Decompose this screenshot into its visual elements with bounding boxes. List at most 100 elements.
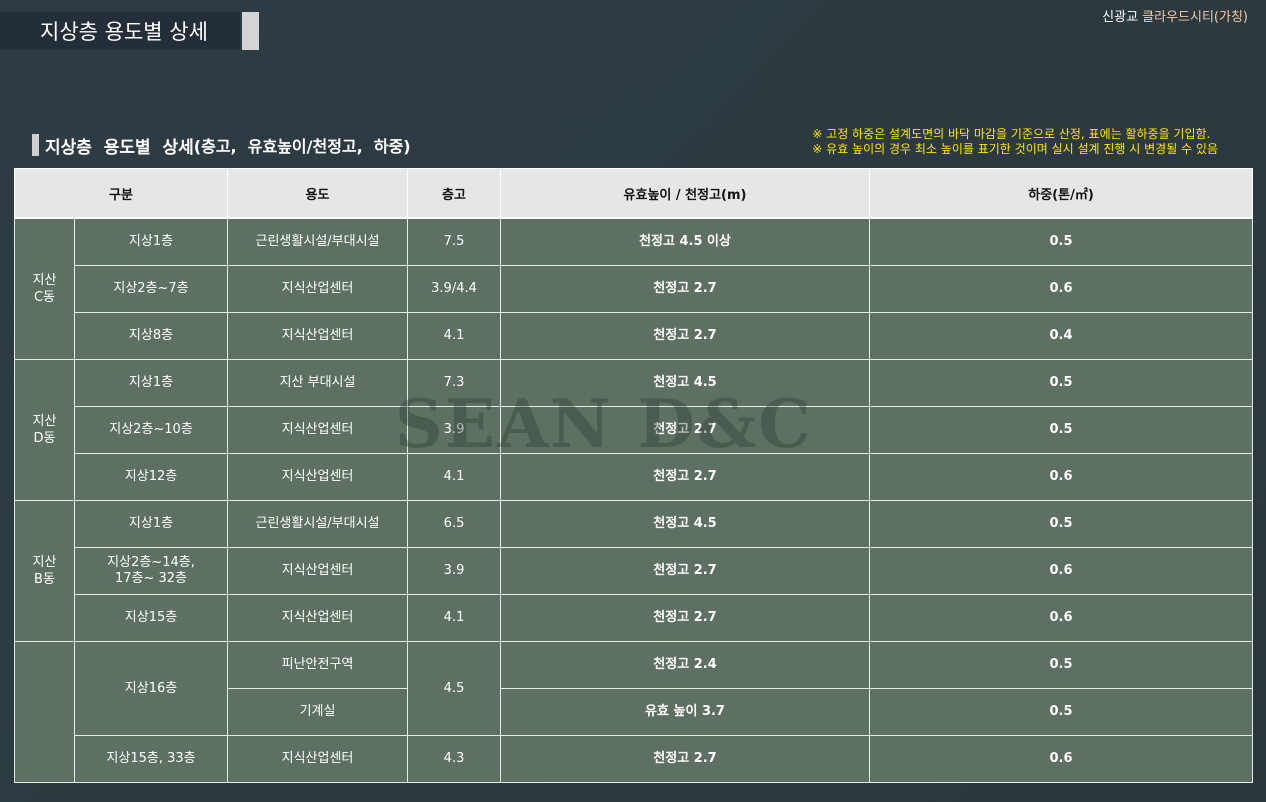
load-cell: 0.6 bbox=[869, 735, 1254, 783]
height-cell: 4.3 bbox=[407, 735, 502, 783]
ceiling-cell: 천정고 4.5 bbox=[500, 359, 871, 407]
use-cell: 근린생활시설/부대시설 bbox=[227, 500, 409, 548]
group-label: D동 bbox=[33, 431, 56, 446]
group-label: 지산 bbox=[32, 273, 57, 288]
header-category: 구분 bbox=[13, 168, 229, 219]
floor-line: 17층~ 32층 bbox=[114, 571, 188, 586]
section-title-text: 지상층 용도별 상세 bbox=[45, 137, 194, 158]
height-cell: 4.1 bbox=[407, 594, 502, 642]
floor-cell: 지상8층 bbox=[73, 312, 229, 360]
group-d: 지산 D동 bbox=[14, 359, 75, 501]
section-marker bbox=[32, 134, 39, 156]
notes: ※ 고정 하중은 설계도면의 바닥 마감을 기준으로 산정, 표에는 활하중을 … bbox=[812, 127, 1218, 157]
ceiling-cell: 유효 높이 3.7 bbox=[500, 688, 871, 736]
load-cell: 0.5 bbox=[869, 688, 1254, 736]
use-cell: 지식산업센터 bbox=[227, 312, 409, 360]
ceiling-cell: 천정고 2.4 bbox=[500, 641, 871, 689]
height-cell: 3.9 bbox=[407, 547, 502, 595]
height-cell: 3.9/4.4 bbox=[407, 265, 502, 313]
table-row: 지상2층~10층 지식산업센터 3.9 천정고 2.7 0.5 bbox=[15, 406, 1254, 454]
header-ceiling: 유효높이 / 천정고(m) bbox=[500, 168, 871, 219]
table-header-row: 구분 용도 층고 유효높이 / 천정고(m) 하중(톤/㎡) bbox=[13, 168, 1254, 219]
title-accent-bar bbox=[242, 12, 259, 50]
note-1: ※ 고정 하중은 설계도면의 바닥 마감을 기준으로 산정, 표에는 활하중을 … bbox=[812, 127, 1211, 141]
floor-cell: 지상2층~7층 bbox=[73, 265, 229, 313]
floor-cell: 지상12층 bbox=[73, 453, 229, 501]
load-cell: 0.6 bbox=[869, 594, 1254, 642]
group-label: 지산 bbox=[32, 414, 57, 429]
ceiling-cell: 천정고 4.5 이상 bbox=[500, 217, 871, 266]
load-cell: 0.5 bbox=[869, 500, 1254, 548]
brand-name: 클라우드시티(가칭) bbox=[1142, 10, 1248, 25]
table-row: 지상15층 지식산업센터 4.1 천정고 2.7 0.6 bbox=[15, 594, 1254, 642]
use-cell: 지식산업센터 bbox=[227, 594, 409, 642]
floor-cell: 지상1층 bbox=[73, 500, 229, 548]
table-row: 지산 D동 지상1층 지산 부대시설 7.3 천정고 4.5 0.5 bbox=[14, 359, 1254, 501]
floor-line: 지상2층~14층, bbox=[107, 555, 195, 570]
floor-cell: 지상1층 bbox=[73, 359, 229, 407]
height-cell: 7.3 bbox=[407, 359, 502, 407]
use-cell: 지식산업센터 bbox=[227, 735, 409, 783]
height-cell: 4.5 bbox=[407, 641, 502, 736]
use-cell: 지식산업센터 bbox=[227, 547, 409, 595]
height-cell: 7.5 bbox=[407, 217, 502, 266]
load-cell: 0.6 bbox=[869, 547, 1254, 595]
ceiling-cell: 천정고 2.7 bbox=[500, 265, 871, 313]
load-cell: 0.5 bbox=[869, 406, 1254, 454]
height-cell: 4.1 bbox=[407, 312, 502, 360]
table-row: 지상2층~14층, 17층~ 32층 지식산업센터 3.9 천정고 2.7 0.6 bbox=[15, 547, 1254, 595]
note-2: ※ 유효 높이의 경우 최소 높이를 표기한 것이며 실시 설계 진행 시 변경… bbox=[812, 142, 1218, 156]
page-title: 지상층 용도별 상세 bbox=[40, 20, 208, 44]
ceiling-cell: 천정고 2.7 bbox=[500, 547, 871, 595]
table-row: 지상16층 피난안전구역 4.5 천정고 2.4 0.5 bbox=[14, 641, 1254, 783]
group-label: C동 bbox=[33, 290, 56, 305]
load-cell: 0.6 bbox=[869, 265, 1254, 313]
ceiling-cell: 천정고 4.5 bbox=[500, 500, 871, 548]
group-label: 지산 bbox=[32, 555, 57, 570]
floor-usage-table: 구분 용도 층고 유효높이 / 천정고(m) 하중(톤/㎡) 지산 C동 지상1층… bbox=[13, 168, 1254, 783]
ceiling-cell: 천정고 2.7 bbox=[500, 453, 871, 501]
section-title: 지상층 용도별 상세 (층고, 유효높이/천정고, 하중) bbox=[32, 133, 411, 158]
table-row: 지상15층, 33층 지식산업센터 4.3 천정고 2.7 0.6 bbox=[15, 735, 1254, 783]
height-cell: 4.1 bbox=[407, 453, 502, 501]
table-row: 지산 B동 지상1층 근린생활시설/부대시설 6.5 천정고 4.5 0.5 bbox=[14, 500, 1254, 642]
ceiling-cell: 천정고 2.7 bbox=[500, 735, 871, 783]
floor-cell: 지상16층 bbox=[73, 641, 229, 736]
header-load: 하중(톤/㎡) bbox=[869, 168, 1254, 219]
floor-cell: 지상1층 bbox=[73, 217, 229, 266]
table-row: 지상2층~7층 지식산업센터 3.9/4.4 천정고 2.7 0.6 bbox=[15, 265, 1254, 313]
floor-cell: 지상15층, 33층 bbox=[73, 735, 229, 783]
use-cell: 피난안전구역 bbox=[227, 641, 409, 689]
use-cell: 지산 부대시설 bbox=[227, 359, 409, 407]
section-title-paren: (층고, 유효높이/천정고, 하중) bbox=[193, 137, 411, 156]
load-cell: 0.4 bbox=[869, 312, 1254, 360]
use-cell: 근린생활시설/부대시설 bbox=[227, 217, 409, 266]
table-row: 지산 C동 지상1층 근린생활시설/부대시설 7.5 천정고 4.5 이상 0.5 bbox=[14, 217, 1254, 360]
ceiling-cell: 천정고 2.7 bbox=[500, 406, 871, 454]
group-label: B동 bbox=[34, 572, 55, 587]
load-cell: 0.5 bbox=[869, 217, 1254, 266]
floor-cell: 지상2층~14층, 17층~ 32층 bbox=[73, 547, 229, 595]
header-use: 용도 bbox=[227, 168, 409, 219]
load-cell: 0.5 bbox=[869, 359, 1254, 407]
ceiling-cell: 천정고 2.7 bbox=[500, 594, 871, 642]
use-cell: 지식산업센터 bbox=[227, 453, 409, 501]
group-b: 지산 B동 bbox=[14, 500, 75, 642]
group-c: 지산 C동 bbox=[14, 217, 75, 360]
table-row: 지상12층 지식산업센터 4.1 천정고 2.7 0.6 bbox=[15, 453, 1254, 501]
page-title-box: 지상층 용도별 상세 bbox=[0, 12, 240, 50]
load-cell: 0.5 bbox=[869, 641, 1254, 689]
brand-prefix: 신광교 bbox=[1102, 10, 1143, 25]
height-cell: 6.5 bbox=[407, 500, 502, 548]
brand-label: 신광교 클라우드시티(가칭) bbox=[1102, 6, 1248, 25]
height-cell: 3.9 bbox=[407, 406, 502, 454]
table-row: 지상8층 지식산업센터 4.1 천정고 2.7 0.4 bbox=[15, 312, 1254, 360]
header-floor-height: 층고 bbox=[407, 168, 502, 219]
use-cell: 지식산업센터 bbox=[227, 265, 409, 313]
ceiling-cell: 천정고 2.7 bbox=[500, 312, 871, 360]
use-cell: 기계실 bbox=[227, 688, 409, 736]
use-cell: 지식산업센터 bbox=[227, 406, 409, 454]
load-cell: 0.6 bbox=[869, 453, 1254, 501]
floor-cell: 지상15층 bbox=[73, 594, 229, 642]
floor-cell: 지상2층~10층 bbox=[73, 406, 229, 454]
